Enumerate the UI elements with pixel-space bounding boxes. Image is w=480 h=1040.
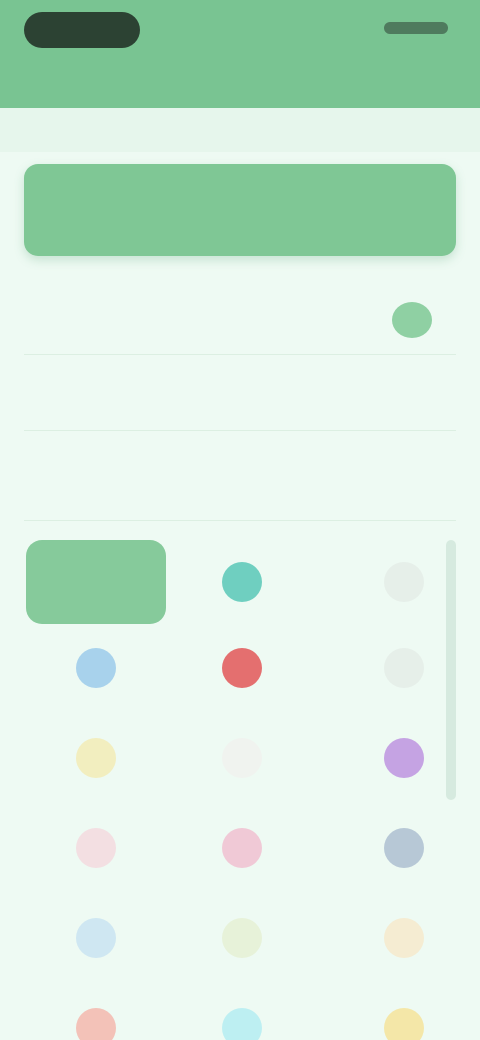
circle-lime-icon [222, 918, 262, 958]
header-band [0, 108, 480, 152]
grid-item[interactable] [172, 540, 312, 624]
app-header [0, 0, 480, 108]
circle-red-icon [222, 648, 262, 688]
circle-cyan-icon [222, 1008, 262, 1040]
circle-salmon-icon [76, 1008, 116, 1040]
grid-item[interactable] [334, 896, 474, 980]
grid-item[interactable] [26, 540, 166, 624]
status-pill [24, 12, 140, 48]
circle-light-icon [384, 562, 424, 602]
circle-yellow-icon [76, 738, 116, 778]
grid-item[interactable] [26, 806, 166, 890]
grid-item[interactable] [26, 716, 166, 800]
grid-item[interactable] [172, 716, 312, 800]
circle-purple-icon [384, 738, 424, 778]
grid-item[interactable] [26, 896, 166, 980]
grid-item[interactable] [172, 806, 312, 890]
grid-item[interactable] [172, 986, 312, 1040]
grid-item[interactable] [26, 626, 166, 710]
circle-pale-icon [222, 738, 262, 778]
grid-item[interactable] [334, 806, 474, 890]
circle-steel-icon [384, 828, 424, 868]
circle-gold-icon [384, 1008, 424, 1040]
circle-blue-icon [76, 648, 116, 688]
divider [24, 430, 456, 431]
grid-item[interactable] [334, 986, 474, 1040]
divider [24, 354, 456, 355]
divider [24, 520, 456, 521]
scrollbar[interactable] [446, 540, 456, 800]
grid-item[interactable] [172, 896, 312, 980]
circle-pink-icon [76, 828, 116, 868]
primary-button[interactable] [24, 164, 456, 256]
app-screen [0, 0, 480, 1040]
grid-item[interactable] [26, 986, 166, 1040]
circle-teal-icon [222, 562, 262, 602]
circle-sky-icon [76, 918, 116, 958]
toggle-switch[interactable] [392, 302, 432, 338]
circle-rose-icon [222, 828, 262, 868]
status-icons [384, 22, 448, 34]
circle-light-icon [384, 648, 424, 688]
circle-cream-icon [384, 918, 424, 958]
grid-item[interactable] [172, 626, 312, 710]
